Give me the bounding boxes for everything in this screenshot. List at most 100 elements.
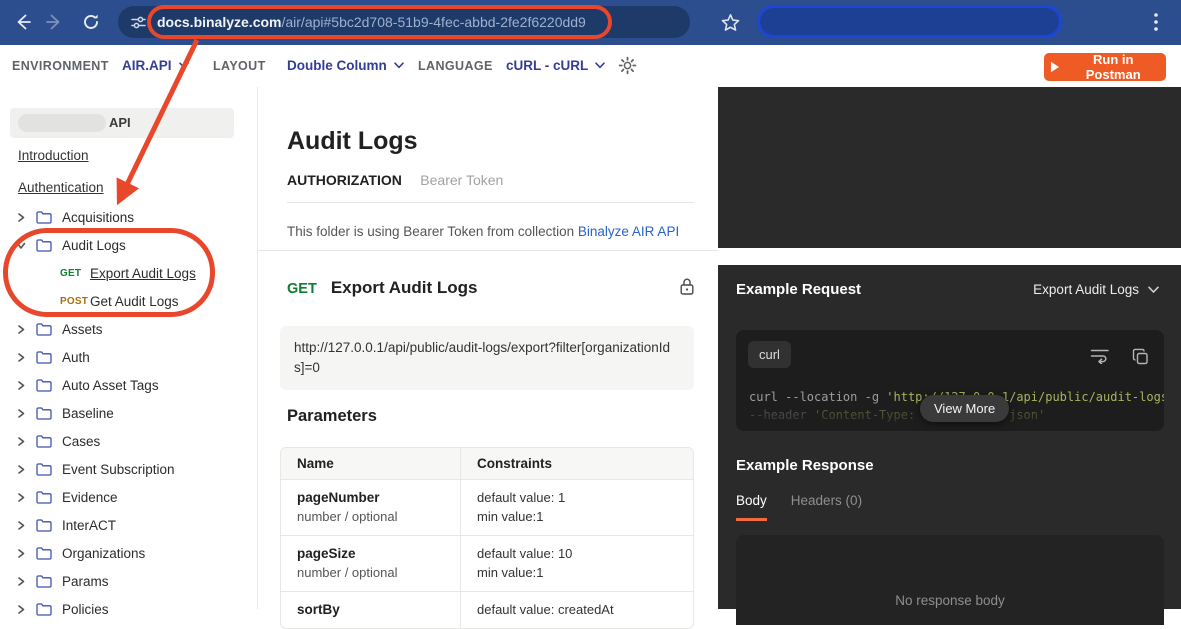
chevron-right-icon[interactable] (16, 576, 26, 586)
sidebar-folder-cases[interactable]: Cases (0, 427, 258, 455)
example-request-selector[interactable]: Export Audit Logs (1033, 282, 1159, 297)
param-constraint: min value:1 (477, 565, 544, 580)
chevron-down-icon (178, 62, 189, 69)
run-in-postman-button[interactable]: Run in Postman (1044, 52, 1166, 82)
folder-icon (36, 350, 52, 364)
folder-label: Event Subscription (62, 461, 175, 477)
view-more-button[interactable]: View More (920, 395, 1010, 422)
response-body-block: No response body (736, 535, 1164, 625)
reload-icon[interactable] (81, 12, 101, 32)
sidebar-folder-auto-asset-tags[interactable]: Auto Asset Tags (0, 371, 258, 399)
tab-headers[interactable]: Headers (0) (791, 493, 862, 521)
url-path: /air/api#5bc2d708-51b9-4fec-abbd-2fe2f62… (281, 14, 586, 30)
site-settings-icon[interactable] (130, 14, 147, 31)
tab-body[interactable]: Body (736, 493, 767, 521)
folder-label: Assets (62, 321, 103, 337)
request-url: http://127.0.0.1/api/public/audit-logs/e… (280, 326, 694, 390)
chevron-right-icon[interactable] (16, 604, 26, 614)
environment-select[interactable]: AIR.API (122, 58, 189, 73)
language-label: LANGUAGE (418, 59, 493, 73)
sidebar-request-get-audit-logs[interactable]: POST Get Audit Logs (0, 287, 258, 315)
chevron-right-icon[interactable] (16, 324, 26, 334)
url-bar[interactable]: docs.binalyze.com/air/api#5bc2d708-51b9-… (118, 6, 690, 38)
sidebar-folder-interact[interactable]: InterACT (0, 511, 258, 539)
sidebar-folder-assets[interactable]: Assets (0, 315, 258, 343)
request-title: Export Audit Logs (330, 278, 478, 297)
method-badge-post: POST (60, 295, 89, 307)
param-constraint: default value: createdAt (477, 602, 614, 617)
collection-link[interactable]: Binalyze AIR API (578, 224, 679, 239)
sidebar-folder-auth[interactable]: Auth (0, 343, 258, 371)
param-constraint: min value:1 (477, 509, 544, 524)
folder-note: This folder is using Bearer Token from c… (287, 224, 679, 239)
sidebar-folder-baseline[interactable]: Baseline (0, 399, 258, 427)
environment-label: ENVIRONMENT (12, 59, 109, 73)
sidebar-folder-policies[interactable]: Policies (0, 595, 258, 623)
param-type: number / optional (297, 565, 398, 580)
sidebar-header: API (10, 108, 234, 138)
example-panel: Example Request Export Audit Logs curl c… (718, 265, 1181, 625)
folder-note-text: This folder is using Bearer Token from c… (287, 223, 578, 239)
layout-label: LAYOUT (213, 59, 266, 73)
chevron-right-icon[interactable] (16, 464, 26, 474)
sidebar-folder-organizations[interactable]: Organizations (0, 539, 258, 567)
chevron-right-icon[interactable] (16, 492, 26, 502)
settings-gear-icon[interactable] (618, 56, 637, 75)
request-method-badge: GET (287, 281, 317, 297)
chevron-right-icon[interactable] (16, 520, 26, 530)
bookmark-star-icon[interactable] (721, 13, 740, 32)
sidebar-folder-evidence[interactable]: Evidence (0, 483, 258, 511)
request-label: Get Audit Logs (90, 293, 179, 309)
folder-label: Acquisitions (62, 209, 135, 225)
table-header-row: Name Constraints (281, 448, 693, 479)
chevron-right-icon[interactable] (16, 436, 26, 446)
parameters-table: Name Constraints pageNumber number / opti… (280, 447, 694, 629)
sidebar-folder-params[interactable]: Params (0, 567, 258, 595)
wrap-text-icon[interactable] (1090, 348, 1110, 364)
folder-label: Policies (62, 601, 109, 617)
authorization-value: Bearer Token (420, 172, 504, 188)
method-badge-get: GET (60, 267, 82, 279)
example-response-title: Example Response (736, 457, 874, 474)
chevron-right-icon[interactable] (16, 380, 26, 390)
language-value: cURL - cURL (506, 58, 589, 73)
folder-icon (36, 574, 52, 588)
browser-chrome: docs.binalyze.com/air/api#5bc2d708-51b9-… (0, 0, 1181, 45)
sidebar-folder-acquisitions[interactable]: Acquisitions (0, 203, 258, 231)
run-in-postman-label: Run in Postman (1085, 52, 1141, 82)
sidebar-folder-audit-logs[interactable]: Audit Logs (0, 231, 258, 259)
layout-value: Double Column (287, 58, 387, 73)
chevron-right-icon[interactable] (16, 548, 26, 558)
sidebar-tree: Acquisitions Audit Logs GET Export Audit Lo… (0, 203, 258, 623)
folder-label: Auth (62, 349, 90, 365)
back-icon[interactable] (13, 12, 33, 32)
sidebar-folder-event-subscription[interactable]: Event Subscription (0, 455, 258, 483)
language-chip[interactable]: curl (748, 341, 791, 368)
sidebar-link-authentication[interactable]: Authentication (18, 180, 104, 195)
chevron-right-icon[interactable] (16, 408, 26, 418)
browser-menu-icon[interactable] (1153, 12, 1159, 32)
url-text: docs.binalyze.com/air/api#5bc2d708-51b9-… (157, 14, 586, 30)
url-domain: docs.binalyze.com (157, 14, 282, 30)
folder-icon (36, 490, 52, 504)
table-row: pageSize number / optional default value: … (281, 535, 693, 591)
forward-icon[interactable] (44, 12, 64, 32)
sidebar-link-introduction[interactable]: Introduction (18, 148, 89, 163)
sidebar-request-export-audit-logs[interactable]: GET Export Audit Logs (0, 259, 258, 287)
chevron-down-icon[interactable] (16, 240, 26, 250)
language-select[interactable]: cURL - cURL (506, 58, 606, 73)
layout-select[interactable]: Double Column (287, 58, 404, 73)
sidebar-header-label: API (109, 115, 131, 130)
chevron-right-icon[interactable] (16, 352, 26, 362)
environment-value: AIR.API (122, 58, 172, 73)
example-request-selector-value: Export Audit Logs (1033, 282, 1139, 297)
param-name: sortBy (297, 602, 340, 617)
folder-icon (36, 210, 52, 224)
copy-icon[interactable] (1132, 348, 1149, 365)
folder-label: Organizations (62, 545, 146, 561)
param-name: pageSize (297, 546, 356, 561)
chevron-down-icon (1148, 286, 1159, 293)
folder-label: Audit Logs (62, 237, 126, 253)
folder-label: Auto Asset Tags (62, 377, 159, 393)
chevron-right-icon[interactable] (16, 212, 26, 222)
